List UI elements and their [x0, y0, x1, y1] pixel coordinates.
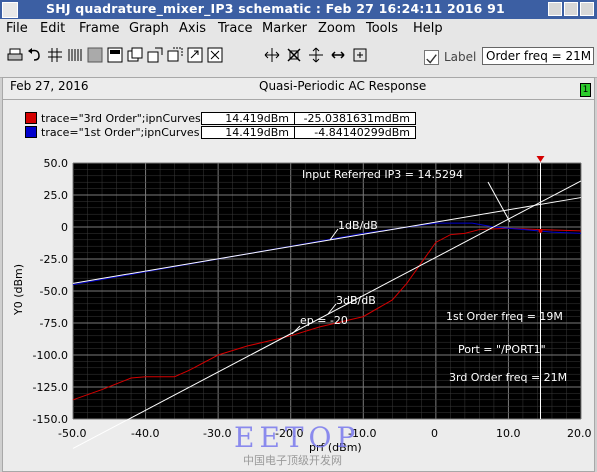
y-tick-label: 50.0	[43, 157, 69, 170]
menu-frame[interactable]: Frame	[79, 21, 120, 36]
menu-file[interactable]: File	[6, 21, 28, 36]
label-text: Label	[444, 50, 477, 64]
y-tick-label: 25.0	[43, 189, 69, 202]
menu-edit[interactable]: Edit	[40, 21, 65, 36]
x-tick-label: -30.0	[203, 427, 232, 440]
minimize-button[interactable]	[548, 2, 562, 16]
x-tick-label: 0	[431, 427, 438, 440]
menu-graph[interactable]: Graph	[129, 21, 169, 36]
grid-icon[interactable]	[47, 47, 63, 63]
window-title: SHJ quadrature_mixer_IP3 schematic : Feb…	[46, 1, 505, 16]
zoom-in-icon[interactable]	[264, 47, 280, 63]
menu-tools[interactable]: Tools	[366, 21, 398, 36]
y-tick-label: -150.0	[32, 413, 68, 426]
cut-icon[interactable]	[167, 47, 183, 63]
eetop-watermark: EETOP	[234, 421, 361, 454]
menu-axis[interactable]: Axis	[179, 21, 206, 36]
legend-label: trace="1st Order";ipnCurves	[41, 126, 200, 139]
zoom-fit-icon[interactable]	[187, 47, 203, 63]
y-axis-title: Y0 (dBm)	[12, 263, 25, 315]
print-icon[interactable]	[7, 47, 23, 63]
fit-icon[interactable]	[352, 47, 368, 63]
legend-value-1: 14.419dBm	[201, 112, 295, 125]
blank-icon[interactable]	[87, 47, 103, 63]
x-tick-label: -50.0	[58, 427, 87, 440]
maximize-button[interactable]	[564, 2, 578, 16]
y-tick-label: -100.0	[32, 349, 68, 362]
label-checkbox[interactable]	[424, 50, 439, 65]
graph-title: Quasi-Periodic AC Response	[259, 79, 427, 93]
legend-swatch-1st-order	[25, 126, 37, 138]
subwindow-indicator[interactable]: 1	[580, 83, 591, 97]
order-freq-field[interactable]: Order freq = 21M	[482, 47, 594, 65]
legend-value-2: -4.84140299dBm	[294, 126, 416, 139]
close-button[interactable]	[580, 2, 594, 16]
menu-help[interactable]: Help	[413, 21, 443, 36]
new-window-icon[interactable]	[147, 47, 163, 63]
menu-trace[interactable]: Trace	[218, 21, 253, 36]
port-label: Port = "/PORT1"	[458, 343, 546, 356]
y-tick-label: -75.0	[39, 317, 68, 330]
third-order-freq-label: 3rd Order freq = 21M	[449, 371, 568, 384]
zoom-y-icon[interactable]	[308, 47, 324, 63]
menu-marker[interactable]: Marker	[262, 21, 307, 36]
eetop-watermark-subtitle: 中国电子顶级开发网	[243, 454, 342, 467]
ep-label: ep = -20	[300, 314, 348, 327]
title-bar: SHJ quadrature_mixer_IP3 schematic : Feb…	[0, 0, 597, 19]
subwindow-icon[interactable]	[107, 47, 123, 63]
undo-icon[interactable]	[27, 47, 43, 63]
ip3-annotation: Input Referred IP3 = 14.5294	[302, 168, 463, 181]
copy-window-icon[interactable]	[127, 47, 143, 63]
toolbar: Label Order freq = 21M	[0, 39, 597, 78]
legend-value-2: -25.0381631mdBm	[294, 112, 416, 125]
y-tick-label: -125.0	[32, 381, 68, 394]
zoom-x-icon[interactable]	[286, 47, 302, 63]
first-order-freq-label: 1st Order freq = 19M	[446, 310, 563, 323]
y-tick-label: 0	[61, 221, 68, 234]
zoom-box-icon[interactable]	[207, 47, 223, 63]
graph-date: Feb 27, 2016	[10, 79, 89, 93]
pan-icon[interactable]	[330, 47, 346, 63]
x-tick-label: 20.0	[567, 427, 592, 440]
slope-1db-label: 1dB/dB	[338, 219, 378, 232]
window-menu-icon[interactable]	[2, 2, 18, 18]
legend-label: trace="3rd Order";ipnCurves	[41, 112, 201, 125]
menu-bar: File Edit Frame Graph Axis Trace Marker …	[0, 19, 597, 39]
x-tick-label: 10.0	[496, 427, 521, 440]
menu-zoom[interactable]: Zoom	[318, 21, 355, 36]
divider	[2, 99, 595, 100]
legend-swatch-3rd-order	[25, 112, 37, 124]
legend-value-1: 14.419dBm	[201, 126, 295, 139]
x-tick-label: -40.0	[131, 427, 160, 440]
strip-icon[interactable]	[67, 47, 83, 63]
slope-3db-label: 3dB/dB	[336, 294, 376, 307]
